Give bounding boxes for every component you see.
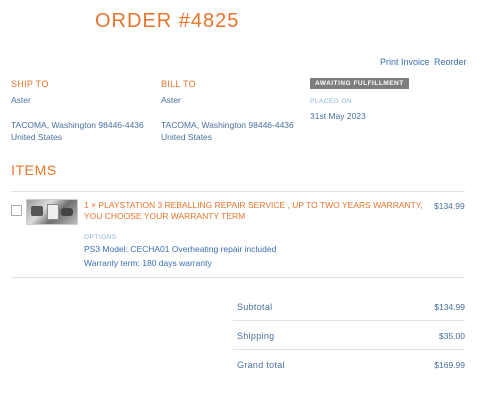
- item-price: $134.99: [434, 201, 465, 211]
- item-option: Warranty term: 180 days warranty: [84, 258, 212, 268]
- placed-on-label: PLACED ON: [310, 98, 353, 105]
- ship-to-address: TACOMA, Washington 98446-4436: [11, 120, 144, 130]
- placed-on-date: 31st May 2023: [310, 111, 366, 121]
- shipping-value: $35.00: [439, 331, 465, 341]
- ship-to-name: Aster: [11, 95, 31, 105]
- divider: [233, 349, 465, 350]
- ship-to-country: United States: [11, 132, 63, 142]
- shipping-label: Shipping: [237, 331, 275, 341]
- item-select-checkbox[interactable]: [11, 205, 22, 216]
- divider: [11, 277, 465, 278]
- reorder-link[interactable]: Reorder: [434, 57, 467, 67]
- options-label: OPTIONS: [84, 234, 117, 241]
- bill-to-address: TACOMA, Washington 98446-4436: [161, 120, 294, 130]
- subtotal-label: Subtotal: [237, 302, 273, 312]
- page-title: ORDER #4825: [95, 10, 240, 32]
- ship-to-label: SHIP TO: [11, 79, 49, 89]
- item-thumbnail: [26, 199, 78, 225]
- bill-to-label: BILL TO: [161, 79, 196, 89]
- items-heading: ITEMS: [11, 162, 57, 178]
- divider: [11, 191, 465, 192]
- bill-to-name: Aster: [161, 95, 181, 105]
- subtotal-value: $134.99: [434, 302, 465, 312]
- status-badge: AWAITING FULFILLMENT: [310, 78, 409, 89]
- divider: [233, 320, 465, 321]
- bill-to-country: United States: [161, 132, 213, 142]
- print-invoice-link[interactable]: Print Invoice: [380, 57, 430, 67]
- item-title: 1 × PLAYSTATION 3 REBALLING REPAIR SERVI…: [84, 200, 423, 221]
- grand-total-label: Grand total: [237, 360, 285, 370]
- grand-total-value: $169.99: [434, 360, 465, 370]
- item-option: PS3 Model: CECHA01 Overheating repair in…: [84, 244, 277, 254]
